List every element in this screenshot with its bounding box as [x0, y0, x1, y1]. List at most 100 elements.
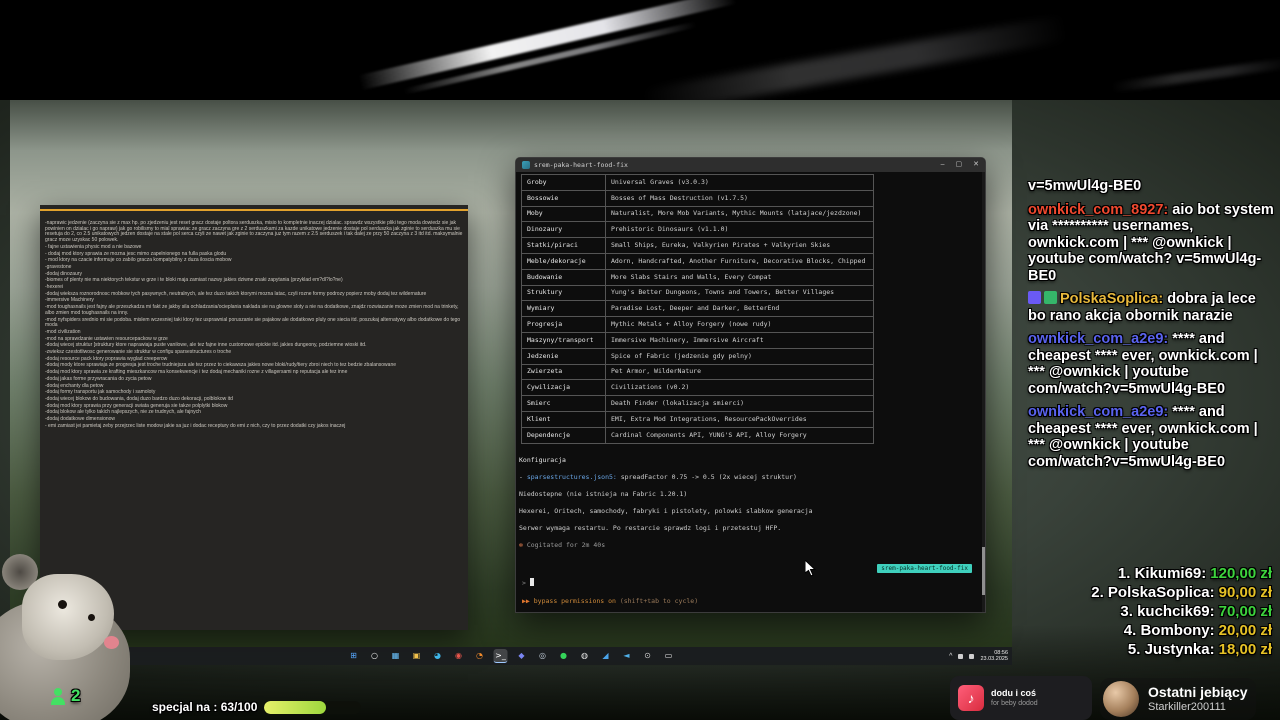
scrollbar[interactable]	[982, 172, 985, 612]
vscode-icon[interactable]: ◢	[599, 649, 613, 663]
mod-category-cell: Struktury	[521, 284, 606, 302]
network-icon[interactable]	[958, 653, 964, 659]
prompt-symbol: >	[522, 579, 526, 587]
firefox-icon[interactable]: ◔	[473, 649, 487, 663]
taskbar[interactable]: ⊞ ○ ▦ ▣ ◕ ◉ ◔ >_ ◆ ◎ ● ◍ ◢ ◄ ⊙ ▭ ^ 08:56 23.03.2025	[10, 647, 1012, 665]
note-line: -mod toughasnails jest fajny ale przeszk…	[45, 304, 459, 316]
note-line: -mod nyfspiders srednio mi sie podoba. m…	[45, 316, 461, 329]
last-sub-title: Ostatni jebiący	[1148, 684, 1248, 700]
goal-progress-bar	[264, 700, 362, 714]
mod-list-cell: Mythic Metals + Alloy Forgery (nowe rudy…	[605, 316, 874, 333]
notepad-icon[interactable]: ▭	[662, 649, 676, 663]
music-widget: ♪ dodu i coś for beby dodod	[950, 676, 1092, 720]
steam-icon[interactable]: ◎	[536, 649, 550, 663]
mod-table-row: Struktury Yung's Better Dungeons, Towns a…	[521, 284, 874, 302]
mod-category-cell: Meble/dekoracje	[521, 252, 606, 270]
note-line: -naprawic jedzenie (zaczyna sie z max hp…	[45, 220, 463, 244]
terminal-window[interactable]: srem-paka-heart-food-fix – ▢ ✕ Groby Univ…	[515, 157, 986, 613]
chat-username: PolskaSoplica:	[1060, 291, 1168, 307]
chat-message: PolskaSoplica: dobra ja lece bo rano akc…	[1028, 291, 1276, 324]
note-line: -dodaj wieksza roznorodnosc mobkow tych …	[45, 290, 427, 297]
mod-list-cell: EMI, Extra Mod Integrations, ResourcePac…	[605, 410, 874, 428]
note-line: -biomes of plenty nie ma niektorych teks…	[45, 277, 343, 284]
widgets-icon[interactable]: ▦	[389, 649, 403, 663]
mod-table-row: Maszyny/transport Immersive Machinery, Im…	[521, 331, 874, 349]
telegram-icon[interactable]: ◄	[620, 649, 634, 663]
mod-category-cell: Wymiary	[521, 300, 606, 318]
mod-table-row: Progresja Mythic Metals + Alloy Forgery (…	[521, 316, 874, 333]
donation-leaderboard: 1. Kikumi69: 120,00 zł 2. PolskaSoplica: 90…	[1091, 564, 1272, 659]
mod-list-cell: Universal Graves (v3.0.3)	[605, 174, 874, 191]
taskbar-icons: ⊞ ○ ▦ ▣ ◕ ◉ ◔ >_ ◆ ◎ ● ◍ ◢ ◄ ⊙ ▭	[347, 649, 676, 663]
goal-label: specjal na : 63/100	[152, 700, 258, 714]
mod-table-row: Budowanie More Slabs Stairs and Walls, Ev…	[521, 268, 874, 286]
mod-category-cell: Dinozaury	[521, 221, 606, 239]
donation-name: 4. Bombony:	[1123, 622, 1215, 639]
edge-icon[interactable]: ◕	[431, 649, 445, 663]
scrollbar-thumb[interactable]	[982, 546, 985, 596]
terminal-titlebar[interactable]: srem-paka-heart-food-fix – ▢ ✕	[516, 158, 985, 172]
mod-category-cell: Dependencje	[521, 426, 606, 444]
mod-list-cell: Death Finder (lokalizacja smierci)	[605, 395, 874, 412]
note-line: -dodaj jakas forme przywracania do zycia…	[45, 375, 152, 382]
mod-category-cell: Budowanie	[521, 268, 606, 286]
terminal-icon[interactable]: >_	[493, 649, 508, 663]
mouse-cursor	[805, 560, 817, 577]
settings-icon[interactable]: ⊙	[641, 649, 655, 663]
mod-category-cell: Progresja	[521, 316, 606, 333]
chat-text: v=5mwUl4g-BE0	[1028, 178, 1142, 194]
note-line: -gravestone	[45, 263, 72, 270]
tray-expand-icon[interactable]: ^	[949, 653, 952, 660]
mod-list-cell: More Slabs Stairs and Walls, Every Compa…	[605, 268, 874, 286]
mod-table-row: Klient EMI, Extra Mod Integrations, Resou…	[521, 410, 874, 428]
mod-list-cell: Paradise Lost, Deeper and Darker, Better…	[605, 300, 874, 318]
mod-table-row: Smierc Death Finder (lokalizacja smierci)	[521, 395, 874, 412]
mod-list-cell: Naturalist, More Mob Variants, Mythic Mo…	[605, 205, 874, 223]
mod-category-cell: Groby	[521, 174, 606, 191]
donation-name: 5. Justynka:	[1127, 641, 1215, 658]
light-streak	[1110, 57, 1280, 93]
spotify-icon[interactable]: ●	[557, 649, 571, 663]
search-icon[interactable]: ○	[368, 649, 382, 663]
mod-category-cell: Bossowie	[521, 189, 606, 207]
unavailable-list: Hexerei, Oritech, samochody, fabryki i p…	[519, 506, 813, 515]
desktop-capture: -naprawic jedzenie (zaczyna sie z max hp…	[10, 100, 1012, 665]
discord-icon[interactable]: ◆	[515, 649, 529, 663]
chat-username: ownkick_com_8927:	[1028, 201, 1173, 218]
opossum-eye	[88, 614, 95, 621]
note-line: -zwieksz czestotliwosc generowanie sie s…	[45, 349, 232, 356]
config-heading: Konfiguracja	[519, 455, 566, 464]
mod-list-cell: Pet Armor, WilderNature	[605, 363, 874, 381]
viewer-count: 2	[71, 686, 81, 705]
file-explorer-icon[interactable]: ▣	[410, 649, 424, 663]
light-streak	[358, 0, 737, 91]
chat-message: v=5mwUl4g-BE0	[1028, 178, 1276, 195]
start-icon[interactable]: ⊞	[347, 649, 361, 663]
prompt-line[interactable]: >	[522, 578, 534, 587]
mod-table-row: Meble/dekoracje Adorn, Handcrafted, Anoth…	[521, 252, 874, 270]
donation-name: 3. kuchcik69:	[1120, 603, 1215, 620]
taskbar-clock[interactable]: 08:56 23.03.2025	[980, 650, 1008, 663]
mod-table-row: Dependencje Cardinal Components API, YUNG…	[521, 426, 874, 444]
obs-icon[interactable]: ◍	[578, 649, 592, 663]
clock-date: 23.03.2025	[980, 656, 1008, 662]
minimize-button[interactable]: –	[941, 158, 945, 172]
viewer-counter: 2	[50, 686, 80, 706]
thinking-status: ✻ Cogitated for 2m 40s	[519, 541, 985, 549]
mod-table-row: Jedzenie Spice of Fabric (jedzenie gdy pe…	[521, 347, 874, 365]
note-line: - emi zamiast jei pamietaj zeby przejrze…	[45, 422, 346, 429]
autocomplete-suggestion[interactable]: srem-paka-heart-food-fix	[877, 564, 972, 573]
volume-icon[interactable]	[969, 653, 975, 659]
mod-list-cell: Spice of Fabric (jedzenie gdy pelny)	[605, 347, 874, 365]
maximize-button[interactable]: ▢	[956, 158, 963, 172]
chrome-icon[interactable]: ◉	[452, 649, 466, 663]
terminal-body[interactable]: Groby Universal Graves (v3.0.3) Bossowie Bo…	[516, 172, 985, 612]
mod-category-cell: Statki/piraci	[521, 237, 606, 254]
mod-category-cell: Cywilizacja	[521, 379, 606, 397]
system-tray[interactable]: ^ 08:56 23.03.2025	[949, 647, 1008, 665]
mod-category-cell: Jedzenie	[521, 347, 606, 365]
donation-amount: 90,00 zł	[1218, 584, 1272, 601]
note-line: -dodaj dodatkowe dimensionow	[45, 416, 116, 423]
close-button[interactable]: ✕	[973, 158, 979, 172]
restart-note: Serwer wymaga restartu. Po restarcie spr…	[519, 523, 782, 532]
